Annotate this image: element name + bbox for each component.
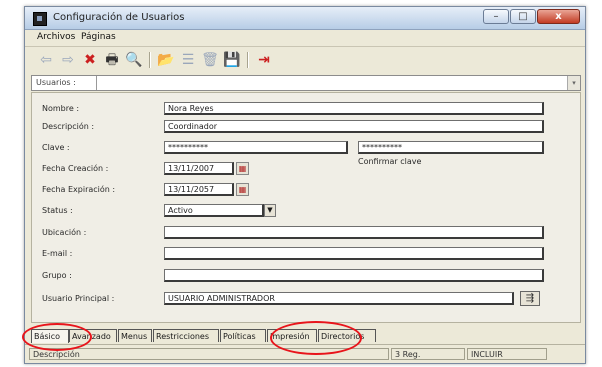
clave-value: ********** bbox=[168, 143, 208, 152]
fecha-creacion-value: 13/11/2007 bbox=[168, 164, 215, 173]
form-panel: Nombre : Nora Reyes Descripción : Coordi… bbox=[31, 92, 581, 323]
ubicacion-label: Ubicación : bbox=[42, 228, 87, 237]
menu-paginas[interactable]: Páginas bbox=[81, 32, 116, 42]
status-select[interactable]: Activo bbox=[164, 204, 264, 217]
maximize-icon: □ bbox=[518, 11, 528, 22]
calendar-icon[interactable]: ▦ bbox=[236, 183, 249, 196]
users-divider bbox=[96, 76, 97, 90]
close-button[interactable]: x bbox=[537, 9, 580, 24]
highlight-circle-basico bbox=[22, 323, 92, 351]
confirmar-clave-value: ********** bbox=[362, 143, 402, 152]
usuario-principal-label: Usuario Principal : bbox=[42, 294, 115, 303]
nombre-field[interactable]: Nora Reyes bbox=[164, 102, 544, 115]
toolbar-separator bbox=[149, 52, 151, 68]
fecha-expiracion-value: 13/11/2057 bbox=[168, 185, 215, 194]
fecha-creacion-label: Fecha Creación : bbox=[42, 164, 109, 173]
confirmar-clave-field[interactable]: ********** bbox=[358, 141, 544, 154]
fecha-creacion-field[interactable]: 13/11/2007 bbox=[164, 162, 234, 175]
exit-icon[interactable]: ⇥ bbox=[255, 51, 273, 69]
fecha-expiracion-label: Fecha Expiración : bbox=[42, 185, 116, 194]
window-title: Configuración de Usuarios bbox=[53, 12, 185, 23]
toolbar: ⇦ ⇨ ✖ 🖶 🔍 📂 ☰ 🗑 💾 ⇥ bbox=[25, 46, 585, 73]
lookup-button[interactable]: ⇶ bbox=[520, 291, 540, 306]
open-folder-icon[interactable]: 📂 bbox=[157, 51, 175, 69]
usuario-principal-value: USUARIO ADMINISTRADOR bbox=[168, 294, 275, 303]
tab-restricciones[interactable]: Restricciones bbox=[153, 329, 219, 342]
users-selector[interactable]: Usuarios : ▾ bbox=[31, 75, 581, 91]
save-icon[interactable]: 💾 bbox=[223, 51, 241, 69]
email-field[interactable] bbox=[164, 247, 544, 260]
title-bar[interactable]: Configuración de Usuarios – □ x bbox=[25, 7, 585, 30]
clave-field[interactable]: ********** bbox=[164, 141, 348, 154]
fecha-expiracion-field[interactable]: 13/11/2057 bbox=[164, 183, 234, 196]
arrow-right-icon[interactable]: ⇨ bbox=[59, 51, 77, 69]
clave-label: Clave : bbox=[42, 143, 70, 152]
tab-politicas[interactable]: Políticas bbox=[220, 329, 266, 342]
confirmar-clave-label: Confirmar clave bbox=[358, 157, 422, 166]
maximize-button[interactable]: □ bbox=[510, 9, 536, 24]
configuracion-usuarios-window: Configuración de Usuarios – □ x Archivos… bbox=[24, 6, 586, 364]
nombre-label: Nombre : bbox=[42, 104, 80, 113]
menu-bar: Archivos Páginas bbox=[25, 30, 585, 45]
users-label: Usuarios : bbox=[36, 78, 76, 87]
minimize-icon: – bbox=[493, 11, 499, 22]
descripcion-field[interactable]: Coordinador bbox=[164, 120, 544, 133]
toolbar-separator bbox=[247, 52, 249, 68]
app-icon bbox=[33, 12, 47, 26]
trash-icon[interactable]: 🗑 bbox=[201, 51, 219, 69]
list-icon[interactable]: ☰ bbox=[179, 51, 197, 69]
grupo-label: Grupo : bbox=[42, 271, 72, 280]
close-icon: x bbox=[555, 11, 562, 22]
minimize-button[interactable]: – bbox=[483, 9, 509, 24]
chevron-down-icon[interactable]: ▼ bbox=[264, 204, 276, 217]
chevron-down-icon[interactable]: ▾ bbox=[567, 76, 580, 90]
tab-menus[interactable]: Menus bbox=[118, 329, 152, 342]
delete-x-icon[interactable]: ✖ bbox=[81, 51, 99, 69]
status-value: Activo bbox=[168, 206, 193, 215]
usuario-principal-field[interactable]: USUARIO ADMINISTRADOR bbox=[164, 292, 514, 305]
status-mode: INCLUIR bbox=[467, 348, 547, 360]
search-icon[interactable]: 🔍 bbox=[125, 51, 143, 69]
status-count: 3 Reg. bbox=[391, 348, 465, 360]
descripcion-label: Descripción : bbox=[42, 122, 95, 131]
calendar-icon[interactable]: ▦ bbox=[236, 162, 249, 175]
print-icon[interactable]: 🖶 bbox=[103, 51, 121, 69]
highlight-circle-politicas bbox=[270, 321, 362, 355]
status-label: Status : bbox=[42, 206, 73, 215]
ubicacion-field[interactable] bbox=[164, 226, 544, 239]
nombre-value: Nora Reyes bbox=[168, 104, 214, 113]
email-label: E-mail : bbox=[42, 249, 73, 258]
grupo-field[interactable] bbox=[164, 269, 544, 282]
descripcion-value: Coordinador bbox=[168, 122, 218, 131]
menu-archivos[interactable]: Archivos bbox=[37, 32, 75, 42]
arrow-left-icon[interactable]: ⇦ bbox=[37, 51, 55, 69]
